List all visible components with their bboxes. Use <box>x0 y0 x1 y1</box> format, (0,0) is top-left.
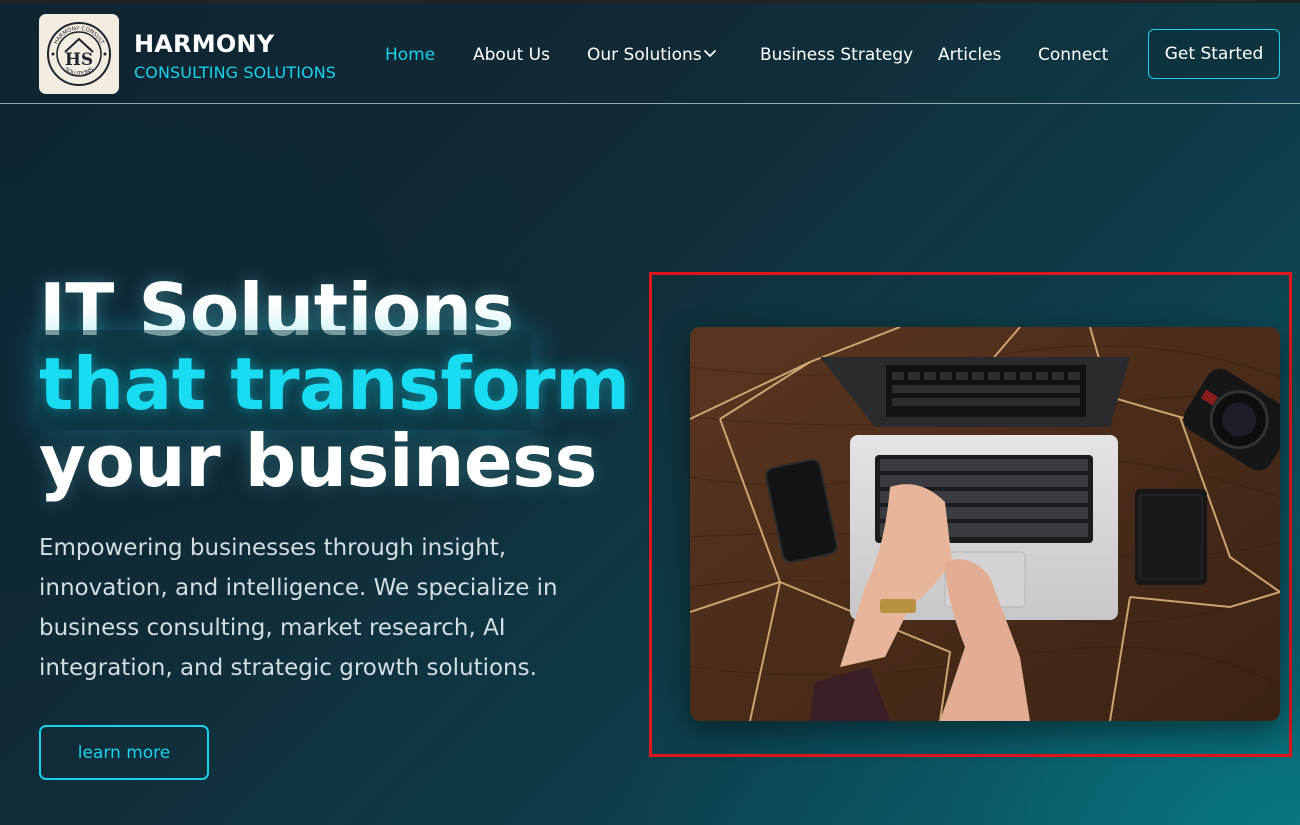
svg-text:HS: HS <box>65 50 93 70</box>
logo-seal-icon: HS HARMONY CONSULT SOLUTIONS <box>47 22 111 86</box>
brand-logo[interactable]: HS HARMONY CONSULT SOLUTIONS <box>39 14 119 94</box>
hero-image <box>690 327 1280 721</box>
nav-home[interactable]: Home <box>385 45 435 65</box>
get-started-button[interactable]: Get Started <box>1148 29 1280 79</box>
nav-about-us[interactable]: About Us <box>473 45 550 65</box>
learn-more-button[interactable]: learn more <box>39 725 209 780</box>
chevron-down-icon[interactable] <box>703 49 717 59</box>
brand-subtitle: CONSULTING SOLUTIONS <box>134 63 337 82</box>
laptop-workspace-photo-icon <box>690 327 1280 721</box>
nav-connect[interactable]: Connect <box>1038 45 1108 65</box>
nav-our-solutions[interactable]: Our Solutions <box>587 45 702 65</box>
hero-description: Empowering businesses through insight, i… <box>39 535 558 681</box>
hero-title-line2: that transform <box>39 342 630 426</box>
site-header: HS HARMONY CONSULT SOLUTIONS HARMONY CON… <box>0 3 1300 104</box>
brand-name: HARMONY <box>134 30 275 58</box>
nav-business-strategy[interactable]: Business Strategy <box>760 45 913 65</box>
nav-articles[interactable]: Articles <box>938 45 1001 65</box>
hero-title-line3: your business <box>39 419 597 503</box>
